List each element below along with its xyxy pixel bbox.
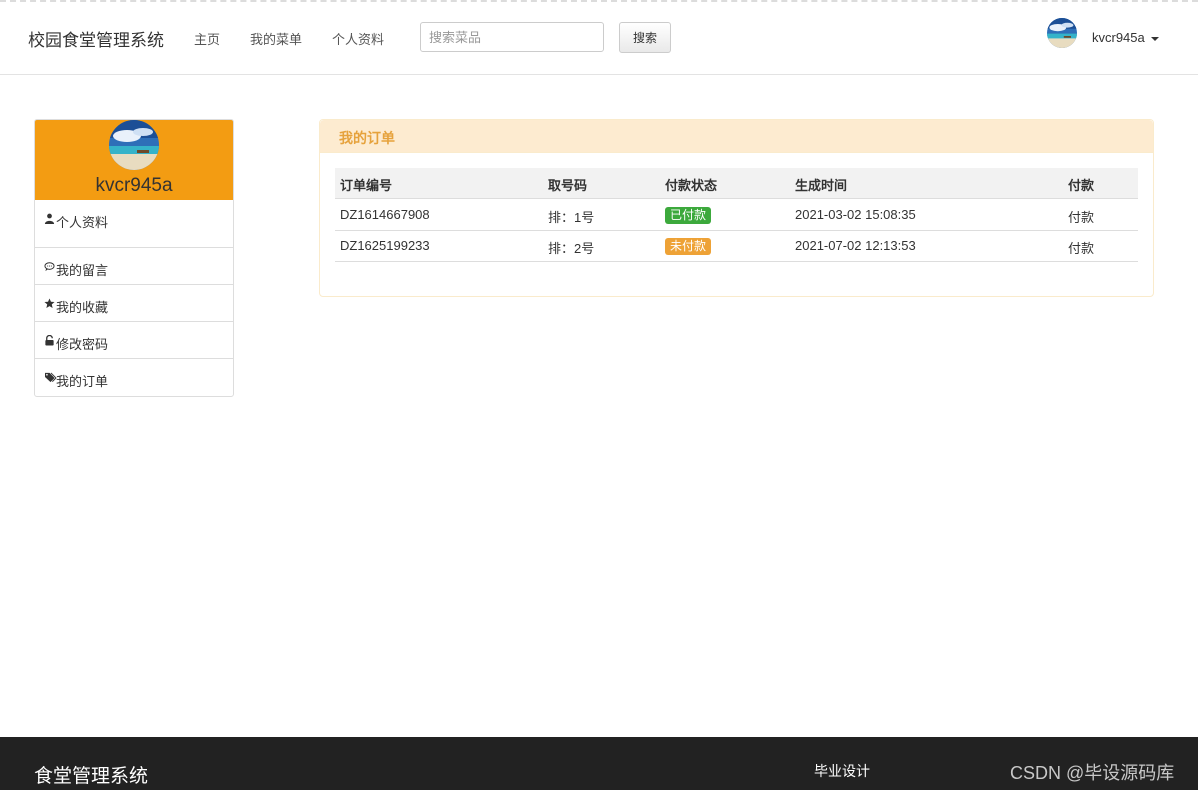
table-row: DZ1614667908 排：1号 已付款 2021-03-02 15:08:3… (335, 199, 1138, 231)
status-badge: 已付款 (665, 207, 712, 224)
ticket-number: 排：2号 (548, 241, 595, 256)
profile-avatar-image (109, 120, 159, 170)
orders-panel: 我的订单 订单编号 取号码 付款状态 生成时间 付款 DZ1614667908 … (319, 119, 1154, 297)
column-header-pay: 付款 (1068, 178, 1095, 193)
user-dropdown-label: kvcr945a (1092, 30, 1145, 45)
footer-link-graduation-project[interactable]: 毕业设计 (814, 761, 870, 781)
sidebar-item-label: 我的订单 (56, 374, 109, 389)
user-icon (44, 213, 55, 224)
sidebar-item-label: 我的收藏 (56, 300, 109, 315)
profile-username: kvcr945a (95, 175, 173, 196)
sidebar-item-favorites[interactable]: 我的收藏 (35, 284, 233, 321)
ticket-number: 排：1号 (548, 210, 595, 225)
sidebar-item-profile[interactable]: 个人资料 (35, 200, 233, 237)
sidebar-item-change-password[interactable]: 修改密码 (35, 321, 233, 358)
column-header-order-no: 订单编号 (340, 178, 393, 193)
nav-link-home[interactable]: 主页 (194, 29, 220, 48)
profile-avatar (109, 120, 159, 170)
sidebar-item-label: 我的留言 (56, 263, 109, 278)
footer: 食堂管理系统 毕业设计 CSDN @毕设源码库 (0, 737, 1198, 790)
order-time: 2021-03-02 15:08:35 (795, 207, 916, 222)
nav-link-profile[interactable]: 个人资料 (332, 29, 384, 48)
order-time: 2021-07-02 12:13:53 (795, 238, 916, 253)
profile-sidebar: kvcr945a 个人资料 我的留言 我的收藏 修改密码 我的订单 (34, 119, 234, 397)
footer-brand: 食堂管理系统 (34, 766, 149, 787)
nav-link-my-menu[interactable]: 我的菜单 (250, 29, 302, 48)
lock-icon (45, 335, 54, 346)
order-number: DZ1614667908 (340, 207, 430, 222)
orders-panel-header: 我的订单 (320, 120, 1153, 153)
comment-icon (44, 262, 55, 272)
navbar: 校园食堂管理系统 主页 我的菜单 个人资料 搜索 kvcr945a (0, 2, 1198, 75)
pay-link[interactable]: 付款 (1068, 207, 1094, 226)
avatar-image (1047, 18, 1077, 48)
sidebar-item-orders[interactable]: 我的订单 (35, 358, 233, 395)
orders-table-header: 订单编号 取号码 付款状态 生成时间 付款 (335, 168, 1138, 199)
watermark: CSDN @毕设源码库 (1010, 763, 1175, 783)
pay-link[interactable]: 付款 (1068, 238, 1094, 257)
caret-down-icon (1150, 36, 1159, 41)
orders-title: 我的订单 (339, 130, 395, 146)
profile-header: kvcr945a (35, 120, 233, 200)
column-header-status: 付款状态 (665, 178, 718, 193)
brand-title[interactable]: 校园食堂管理系统 (28, 26, 164, 51)
sidebar-item-label: 修改密码 (56, 337, 109, 352)
user-dropdown[interactable]: kvcr945a (1092, 30, 1159, 45)
column-header-time: 生成时间 (795, 178, 848, 193)
table-row: DZ1625199233 排：2号 未付款 2021-07-02 12:13:5… (335, 230, 1138, 262)
sidebar-item-label: 个人资料 (56, 215, 109, 230)
avatar[interactable] (1047, 18, 1077, 48)
order-number: DZ1625199233 (340, 238, 430, 253)
star-icon (44, 298, 55, 308)
status-badge: 未付款 (665, 238, 712, 255)
search-button[interactable]: 搜索 (619, 22, 671, 53)
sidebar-item-messages[interactable]: 我的留言 (35, 247, 233, 284)
search-input[interactable] (420, 22, 604, 52)
column-header-ticket: 取号码 (548, 178, 588, 193)
